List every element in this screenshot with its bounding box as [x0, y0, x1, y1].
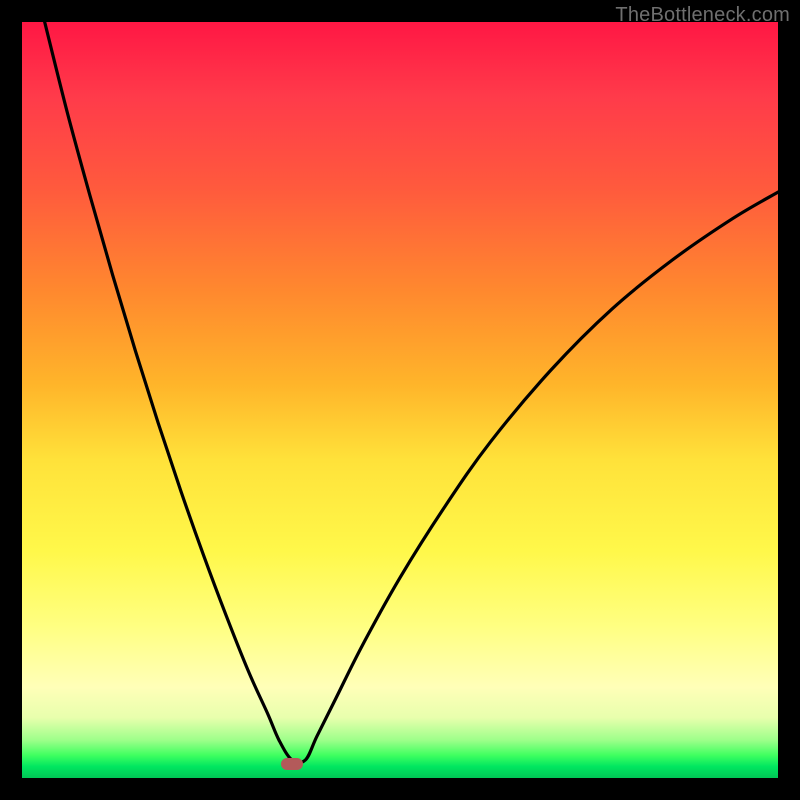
plot-area — [22, 22, 778, 778]
curve-svg — [22, 22, 778, 778]
chart-frame: TheBottleneck.com — [0, 0, 800, 800]
bottleneck-curve — [45, 22, 778, 763]
watermark-text: TheBottleneck.com — [615, 4, 790, 27]
minimum-marker — [281, 758, 303, 770]
